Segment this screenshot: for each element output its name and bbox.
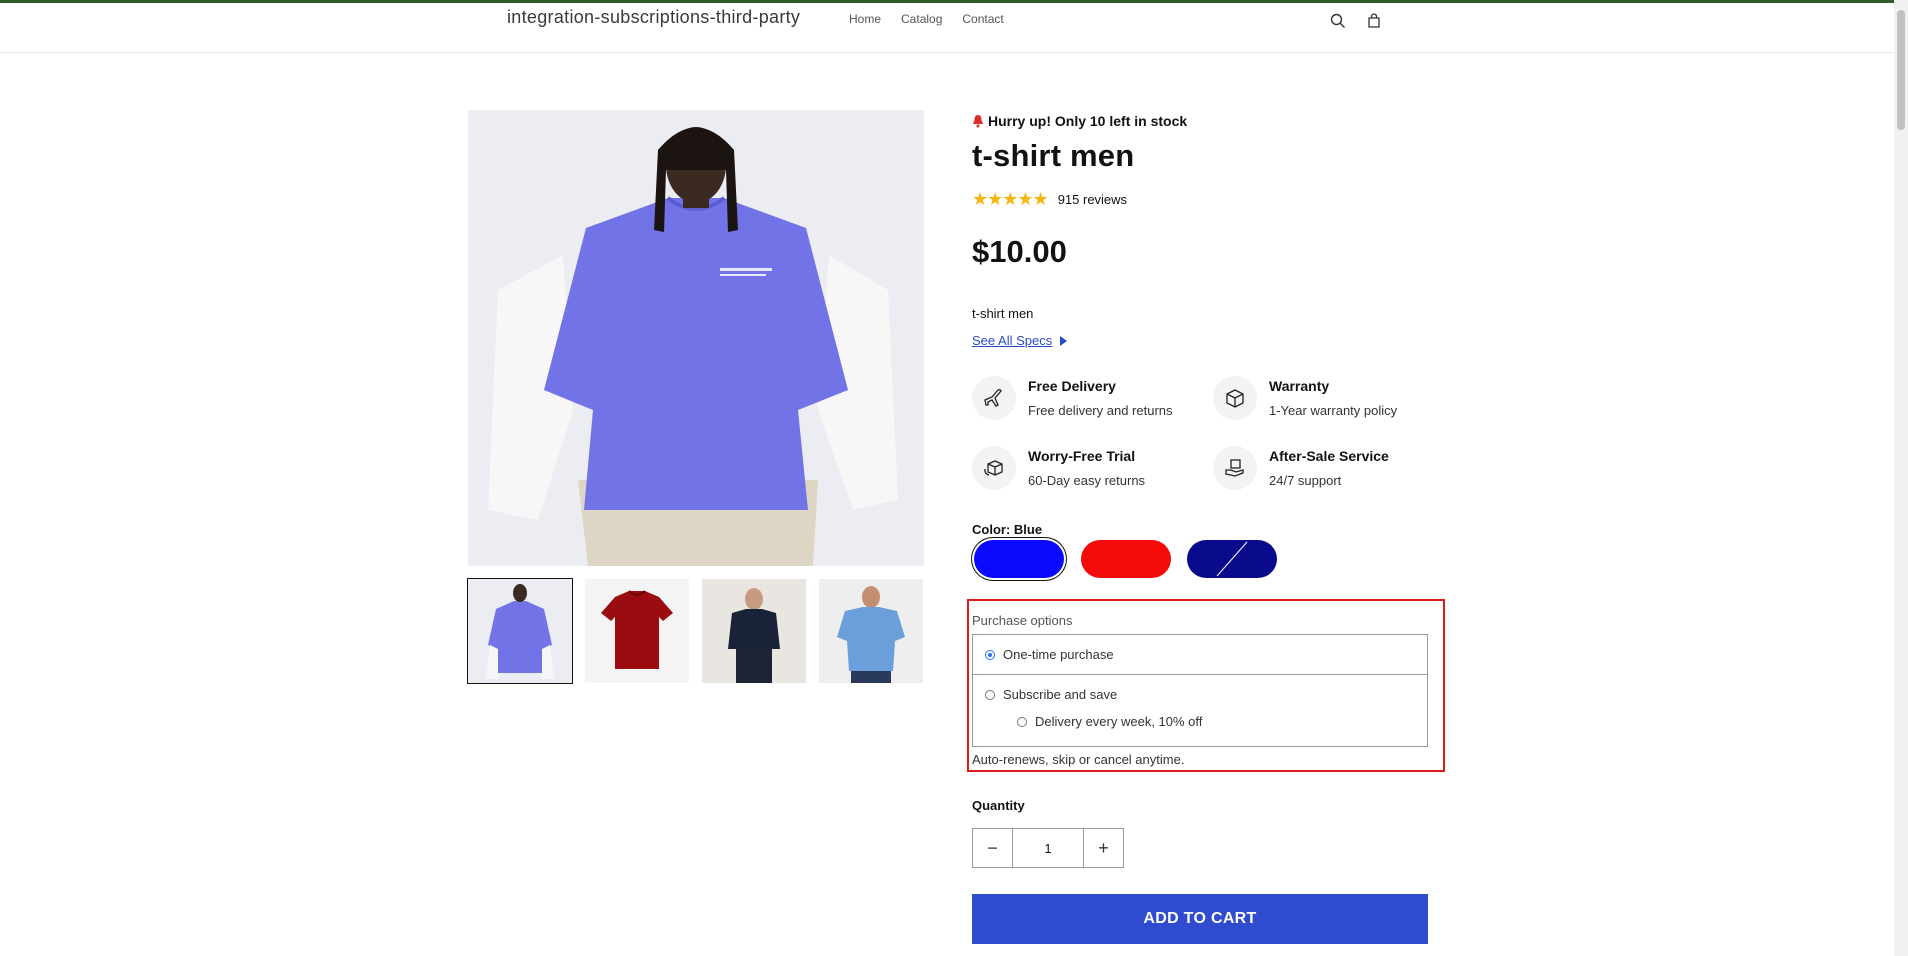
purchase-options-group: One-time purchase Subscribe and save Del… <box>972 634 1428 747</box>
product-rating[interactable]: ★★★★★ 915 reviews <box>972 189 1127 210</box>
site-header: integration-subscriptions-third-party Ho… <box>0 3 1894 53</box>
nav-contact[interactable]: Contact <box>962 12 1003 26</box>
radio-delivery-weekly[interactable] <box>1017 716 1027 727</box>
thumbnail-3[interactable] <box>702 579 806 683</box>
star-rating-icon: ★★★★★ <box>972 189 1049 209</box>
quantity-stepper: − 1 + <box>972 828 1124 868</box>
feature-title: Free Delivery <box>1028 378 1116 394</box>
thumbnail-1[interactable] <box>467 578 573 684</box>
scrollbar-thumb[interactable] <box>1897 10 1905 130</box>
thumbnail-strip <box>467 578 923 684</box>
box-icon <box>1213 376 1257 420</box>
cart-icon[interactable] <box>1362 9 1386 33</box>
feature-worry-free-trial: Worry-Free Trial 60-Day easy returns <box>972 446 1145 490</box>
stock-alert: Hurry up! Only 10 left in stock <box>972 113 1187 129</box>
delivery-weekly-label: Delivery every week, 10% off <box>1035 714 1203 729</box>
feature-title: Worry-Free Trial <box>1028 448 1136 464</box>
feature-subtitle: 24/7 support <box>1269 473 1342 488</box>
plane-icon <box>972 376 1016 420</box>
review-count: 915 reviews <box>1057 192 1128 207</box>
thumbnail-4[interactable] <box>819 579 923 683</box>
swatch-blue[interactable] <box>974 540 1064 578</box>
product-description: t-shirt men <box>972 306 1034 321</box>
radio-subscribe[interactable] <box>985 689 995 700</box>
see-all-specs-link[interactable]: See All Specs <box>972 333 1068 348</box>
option-delivery-weekly[interactable]: Delivery every week, 10% off <box>973 714 1427 729</box>
feature-subtitle: 1-Year warranty policy <box>1269 403 1398 418</box>
radio-one-time[interactable] <box>985 649 995 660</box>
stock-alert-text: Hurry up! Only 10 left in stock <box>988 113 1188 129</box>
quantity-increase-button[interactable]: + <box>1083 829 1123 867</box>
product-title: t-shirt men <box>972 138 1135 173</box>
option-one-time-purchase[interactable]: One-time purchase <box>973 635 1427 675</box>
product-main-image[interactable] <box>468 110 924 566</box>
option-subscribe-and-save[interactable]: Subscribe and save <box>973 687 1427 702</box>
feature-free-delivery: Free Delivery Free delivery and returns <box>972 376 1173 420</box>
feature-subtitle: 60-Day easy returns <box>1028 473 1146 488</box>
add-to-cart-button[interactable]: ADD TO CART <box>972 894 1428 944</box>
one-time-label: One-time purchase <box>1003 647 1114 662</box>
support-hand-icon <box>1213 446 1257 490</box>
feature-after-sale-service: After-Sale Service 24/7 support <box>1213 446 1389 490</box>
auto-renew-note: Auto-renews, skip or cancel anytime. <box>972 752 1185 767</box>
feature-warranty: Warranty 1-Year warranty policy <box>1213 376 1397 420</box>
nav-home[interactable]: Home <box>849 12 881 26</box>
thumbnail-2[interactable] <box>585 579 689 683</box>
nav-catalog[interactable]: Catalog <box>901 12 942 26</box>
main-nav: Home Catalog Contact <box>849 12 1004 26</box>
search-icon[interactable] <box>1326 9 1350 33</box>
quantity-decrease-button[interactable]: − <box>973 829 1013 867</box>
return-box-icon <box>972 446 1016 490</box>
quantity-input[interactable]: 1 <box>1013 829 1083 867</box>
purchase-options-label: Purchase options <box>972 613 1073 628</box>
unavailable-slash-icon <box>1216 541 1248 577</box>
bell-icon <box>973 115 983 128</box>
see-all-specs-label: See All Specs <box>972 333 1053 348</box>
feature-title: Warranty <box>1269 378 1330 394</box>
swatch-navy[interactable] <box>1187 540 1277 578</box>
swatch-red[interactable] <box>1081 540 1171 578</box>
subscribe-label: Subscribe and save <box>1003 687 1118 702</box>
caret-right-icon <box>1060 335 1068 346</box>
feature-title: After-Sale Service <box>1269 448 1389 464</box>
color-label: Color: Blue <box>972 522 1043 537</box>
scrollbar[interactable] <box>1894 0 1908 956</box>
product-price: $10.00 <box>972 234 1067 269</box>
store-name[interactable]: integration-subscriptions-third-party <box>507 7 800 28</box>
feature-subtitle: Free delivery and returns <box>1028 403 1173 418</box>
quantity-label: Quantity <box>972 798 1025 813</box>
